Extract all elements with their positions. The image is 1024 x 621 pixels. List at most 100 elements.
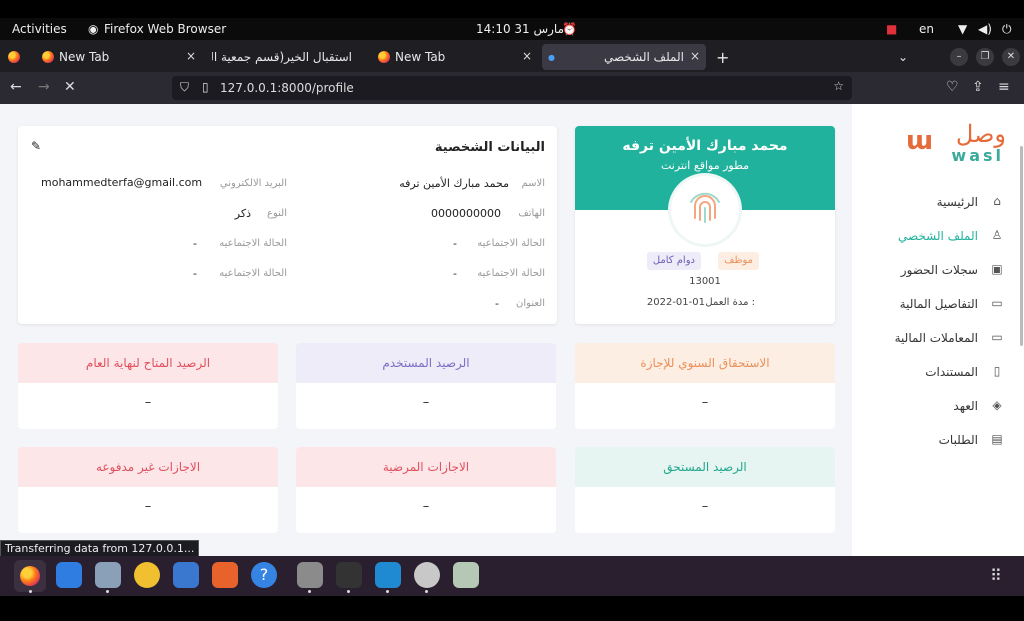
app-center-icon[interactable] bbox=[212, 562, 238, 588]
sidebar-item-label: الملف الشخصي bbox=[898, 229, 978, 243]
screen: Activities ◉ Firefox Web Browser 14:10 3… bbox=[0, 0, 1024, 621]
tab-charity[interactable]: استقبال الخير(قسم جمعية الدع bbox=[206, 44, 372, 70]
stat-card-used-balance: الرصيد المستخدم – bbox=[296, 343, 556, 429]
running-indicator bbox=[425, 590, 428, 593]
sidebar-item-financial-transactions[interactable]: ▭ المعاملات المالية bbox=[864, 328, 1004, 350]
stat-card-value: – bbox=[144, 499, 152, 514]
sidebar-item-custody[interactable]: ◈ العهد bbox=[864, 396, 1004, 418]
loading-dot-icon: ● bbox=[548, 52, 555, 62]
alarm-icon: ⏰ bbox=[562, 22, 577, 36]
address-label: العنوان bbox=[516, 298, 545, 309]
social-status-label: الحالة الاجتماعيه bbox=[477, 238, 545, 249]
terminal-icon[interactable] bbox=[336, 562, 362, 588]
activities-button[interactable]: Activities bbox=[12, 22, 67, 36]
vscode-icon[interactable] bbox=[375, 562, 401, 588]
card-icon: ▭ bbox=[991, 296, 1003, 310]
menu-icon[interactable]: ≡ bbox=[998, 79, 1010, 95]
sidebar-item-documents[interactable]: ▯ المستندات bbox=[864, 362, 1004, 384]
sidebar-item-label: المعاملات المالية bbox=[894, 331, 978, 345]
sidebar-item-requests[interactable]: ▤ الطلبات bbox=[864, 430, 1004, 452]
extensions-icon[interactable]: ⇪ bbox=[972, 79, 984, 95]
firefox-icon bbox=[42, 51, 54, 63]
stat-card-due-balance: الرصيد المستحق – bbox=[575, 447, 835, 533]
pocket-icon[interactable]: ♡ bbox=[946, 79, 959, 95]
help-icon[interactable]: ? bbox=[251, 562, 277, 588]
software-updater-icon[interactable] bbox=[414, 562, 440, 588]
tab-close-icon[interactable]: × bbox=[522, 49, 532, 63]
trash-icon[interactable] bbox=[453, 562, 479, 588]
edit-icon[interactable]: ✎ bbox=[31, 139, 41, 153]
back-arrow-icon[interactable]: ← bbox=[10, 79, 22, 95]
address-value: - bbox=[495, 297, 499, 310]
url-bar[interactable]: ⛉ ▯ 127.0.0.1:8000/profile ☆ bbox=[172, 76, 852, 100]
maximize-icon[interactable]: ❐ bbox=[976, 48, 994, 66]
sidebar-item-label: المستندات bbox=[925, 365, 978, 379]
tab-new-tab-1[interactable]: New Tab × bbox=[36, 44, 202, 70]
box-icon: ◈ bbox=[992, 398, 1002, 412]
sidebar-scrollbar[interactable] bbox=[1020, 146, 1023, 346]
phone-label: الهاتف bbox=[518, 208, 545, 219]
record-indicator-icon[interactable]: ■ bbox=[886, 22, 897, 36]
stat-card-value: – bbox=[144, 395, 152, 410]
personal-info-heading: البيانات الشخصية bbox=[434, 140, 545, 155]
stat-card-unpaid-leave: الاجازات غير مدفوعه – bbox=[18, 447, 278, 533]
tab-new-tab-2[interactable]: New Tab × bbox=[372, 44, 538, 70]
stat-card-title: الاجازات المرضية bbox=[296, 447, 556, 487]
rhythmbox-icon[interactable] bbox=[134, 562, 160, 588]
show-apps-grid-icon[interactable]: ⠿ bbox=[990, 566, 1002, 585]
profile-card: محمد مبارك الأمين ترفه مطور مواقع انترنت… bbox=[575, 126, 835, 324]
new-tab-button[interactable]: + bbox=[716, 44, 732, 70]
power-icon[interactable]: ⏻ bbox=[1002, 22, 1012, 37]
sidebar-item-financial-details[interactable]: ▭ التفاصيل المالية bbox=[864, 294, 1004, 316]
page-viewport: ɯ وصل wasl ⌂ الرئيسية ♙ الملف الشخصي ▣ س… bbox=[0, 104, 1024, 556]
forward-arrow-icon[interactable]: → bbox=[38, 79, 50, 95]
app-menu-label[interactable]: Firefox Web Browser bbox=[104, 22, 226, 36]
running-indicator bbox=[308, 590, 311, 593]
stop-icon[interactable]: ✕ bbox=[64, 79, 76, 95]
settings-icon[interactable] bbox=[297, 562, 323, 588]
list-all-tabs-icon[interactable]: ⌄ bbox=[898, 44, 912, 70]
shield-icon[interactable]: ⛉ bbox=[180, 80, 189, 95]
tab-profile[interactable]: ● الملف الشخصي × bbox=[542, 44, 706, 70]
sidebar-item-label: سجلات الحضور bbox=[900, 263, 978, 277]
wasl-logo[interactable]: ɯ وصل wasl bbox=[906, 120, 1006, 168]
running-indicator bbox=[347, 590, 350, 593]
social-status-value: - bbox=[453, 237, 457, 250]
stat-card-annual-entitlement: الاستحقاق السنوي للإجازة – bbox=[575, 343, 835, 429]
url-text[interactable]: 127.0.0.1:8000/profile bbox=[220, 81, 354, 95]
files-icon[interactable] bbox=[95, 562, 121, 588]
writer-icon[interactable] bbox=[173, 562, 199, 588]
stat-card-value: – bbox=[422, 499, 430, 514]
logo-arabic: وصل bbox=[955, 120, 1006, 148]
firefox-dock-icon[interactable] bbox=[14, 560, 46, 592]
close-window-icon[interactable]: ✕ bbox=[1002, 48, 1020, 66]
volume-icon[interactable]: ◀) bbox=[978, 22, 992, 36]
employment-type-badge: دوام كامل bbox=[646, 252, 701, 270]
firefox-icon bbox=[8, 51, 20, 63]
minimize-icon[interactable]: – bbox=[950, 48, 968, 66]
status-badge: موظف bbox=[718, 252, 759, 270]
thunderbird-icon[interactable] bbox=[56, 562, 82, 588]
stat-card-title: الرصيد المتاح لنهاية العام bbox=[18, 343, 278, 383]
sidebar-item-profile[interactable]: ♙ الملف الشخصي bbox=[864, 226, 1004, 248]
tab-close-icon[interactable]: × bbox=[690, 49, 700, 63]
bookmark-star-icon[interactable]: ☆ bbox=[833, 79, 844, 93]
email-label: البريد الالكتروني bbox=[219, 178, 287, 189]
status-panel: Transferring data from 127.0.0.1... bbox=[0, 540, 200, 557]
firefox-icon bbox=[20, 566, 40, 586]
wifi-icon[interactable]: ▼ bbox=[958, 22, 967, 36]
sidebar-item-home[interactable]: ⌂ الرئيسية bbox=[864, 192, 1004, 214]
logo-mark: ɯ bbox=[906, 126, 933, 156]
calendar-check-icon: ▣ bbox=[991, 262, 1003, 276]
language-indicator[interactable]: en bbox=[919, 22, 934, 36]
tab-close-icon[interactable]: × bbox=[186, 49, 196, 63]
sidebar-item-label: العهد bbox=[953, 399, 978, 413]
firefox-view-button[interactable] bbox=[8, 44, 26, 70]
document-icon: ▯ bbox=[993, 364, 1001, 378]
tab-title: New Tab bbox=[395, 50, 446, 64]
clock[interactable]: 14:10 31 مارس bbox=[476, 22, 564, 36]
employee-id: 13001 bbox=[689, 276, 721, 287]
page-icon[interactable]: ▯ bbox=[202, 80, 209, 94]
sidebar-item-attendance[interactable]: ▣ سجلات الحضور bbox=[864, 260, 1004, 282]
running-indicator bbox=[29, 590, 32, 593]
